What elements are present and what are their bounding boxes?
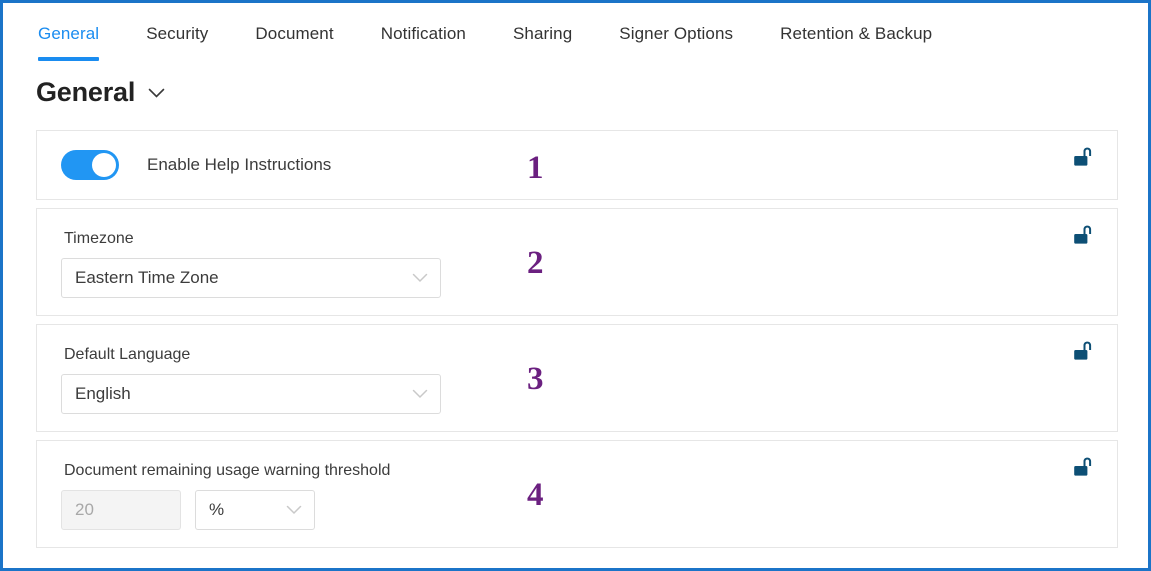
tab-retention-backup-label: Retention & Backup bbox=[780, 24, 933, 43]
setting-card-enable-help-instructions: Enable Help Instructions 1 bbox=[36, 130, 1118, 200]
timezone-dropdown[interactable]: Eastern Time Zone bbox=[61, 258, 441, 298]
unlock-icon[interactable] bbox=[1073, 225, 1095, 254]
tab-document[interactable]: Document bbox=[255, 3, 333, 44]
tab-security[interactable]: Security bbox=[146, 3, 208, 44]
tab-signer-options-label: Signer Options bbox=[619, 24, 734, 43]
usage-warning-threshold-input[interactable] bbox=[61, 490, 181, 530]
tab-security-label: Security bbox=[146, 24, 209, 43]
chevron-down-icon bbox=[412, 268, 428, 288]
unlock-icon[interactable] bbox=[1073, 147, 1095, 176]
tab-notification-label: Notification bbox=[380, 24, 466, 43]
tab-signer-options[interactable]: Signer Options bbox=[619, 3, 733, 44]
chevron-down-icon bbox=[286, 500, 302, 520]
app-window: General Security Document Notification S… bbox=[0, 0, 1151, 571]
usage-warning-threshold-unit-dropdown[interactable]: % bbox=[195, 490, 315, 530]
toggle-knob bbox=[92, 153, 116, 177]
tab-general-label: General bbox=[38, 24, 100, 43]
tab-document-label: Document bbox=[255, 24, 334, 43]
timezone-label: Timezone bbox=[64, 230, 134, 247]
unlock-icon[interactable] bbox=[1073, 341, 1095, 370]
settings-tab-bar: General Security Document Notification S… bbox=[3, 3, 1148, 61]
chevron-down-icon[interactable] bbox=[148, 86, 165, 104]
unlock-icon[interactable] bbox=[1073, 457, 1095, 486]
tab-retention-backup[interactable]: Retention & Backup bbox=[780, 3, 932, 44]
usage-warning-threshold-label: Document remaining usage warning thresho… bbox=[64, 462, 391, 479]
default-language-dropdown[interactable]: English bbox=[61, 374, 441, 414]
setting-card-timezone: Timezone Eastern Time Zone 2 bbox=[36, 208, 1118, 316]
chevron-down-icon bbox=[412, 384, 428, 404]
tab-notification[interactable]: Notification bbox=[381, 3, 466, 44]
timezone-dropdown-value: Eastern Time Zone bbox=[75, 268, 219, 287]
setting-card-default-language: Default Language English 3 bbox=[36, 324, 1118, 432]
default-language-dropdown-value: English bbox=[75, 384, 131, 403]
default-language-label: Default Language bbox=[64, 346, 191, 363]
enable-help-instructions-toggle[interactable] bbox=[61, 150, 119, 180]
enable-help-instructions-label: Enable Help Instructions bbox=[147, 155, 332, 174]
tab-general[interactable]: General bbox=[38, 3, 100, 61]
tab-sharing-label: Sharing bbox=[512, 24, 573, 43]
page-title: General bbox=[36, 76, 136, 107]
page-heading: General bbox=[3, 58, 1148, 108]
settings-list: Enable Help Instructions 1 Timezone East… bbox=[3, 108, 1148, 548]
setting-card-usage-warning-threshold: Document remaining usage warning thresho… bbox=[36, 440, 1118, 548]
tab-sharing[interactable]: Sharing bbox=[513, 3, 572, 44]
usage-warning-threshold-unit-value: % bbox=[209, 500, 225, 519]
